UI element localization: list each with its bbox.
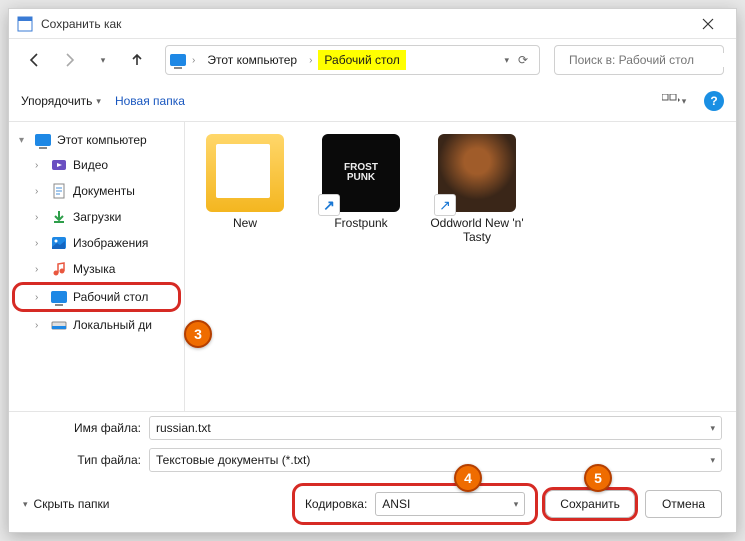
pc-icon [170,54,186,66]
hide-folders-toggle[interactable]: ▾ Скрыть папки [23,497,109,511]
chevron-right-icon: › [305,55,316,66]
chevron-down-icon[interactable]: ▾ [710,423,715,434]
step-badge-5: 5 [584,464,612,492]
chevron-down-icon[interactable]: ▾ [710,455,715,466]
refresh-icon[interactable]: ⟳ [511,53,535,67]
sidebar-item-pictures[interactable]: ›Изображения [9,230,184,256]
filename-input[interactable]: russian.txt ▾ [149,416,722,440]
sidebar-item-music[interactable]: ›Музыка [9,256,184,282]
app-thumb: ↗ [438,134,516,212]
shortcut-icon: ↗ [434,194,456,216]
bottom-panel: Имя файла: russian.txt ▾ Тип файла: Текс… [9,411,736,532]
file-item-folder[interactable]: New [193,134,297,230]
document-icon [51,183,67,199]
new-folder-button[interactable]: Новая папка [115,94,185,108]
pc-icon [35,134,51,146]
titlebar: Сохранить как [9,9,736,39]
back-button[interactable] [21,46,49,74]
download-icon [51,209,67,225]
window-title: Сохранить как [41,17,688,31]
file-label: Frostpunk [334,216,387,230]
chevron-down-icon[interactable]: ▾ [514,499,519,510]
music-icon [51,261,67,277]
disk-icon [51,317,67,333]
file-item-shortcut[interactable]: FROSTPUNK↗ Frostpunk [309,134,413,230]
forward-button[interactable] [55,46,83,74]
breadcrumb-seg-desktop[interactable]: Рабочий стол [318,50,405,70]
recent-dropdown[interactable]: ▾ [89,46,117,74]
image-icon [51,235,67,251]
filename-label: Имя файла: [23,421,141,435]
chevron-down-icon: ▾ [23,499,28,510]
chevron-down-icon[interactable]: ▾ [504,55,509,66]
sidebar-item-localdisk[interactable]: ›Локальный ди [9,312,184,338]
cancel-button[interactable]: Отмена [645,490,722,518]
filetype-label: Тип файла: [23,453,141,467]
sidebar-item-downloads[interactable]: ›Загрузки [9,204,184,230]
file-label: New [233,216,257,230]
view-options-button[interactable]: ▾ [658,87,690,115]
search-box[interactable] [554,45,724,75]
file-item-shortcut[interactable]: ↗ Oddworld New 'n' Tasty [425,134,529,245]
save-as-dialog: Сохранить как ▾ › Этот компьютер › Рабоч… [8,8,737,533]
app-thumb: FROSTPUNK↗ [322,134,400,212]
close-button[interactable] [688,10,728,38]
desktop-icon [51,291,67,303]
breadcrumb[interactable]: › Этот компьютер › Рабочий стол ▾ ⟳ [165,45,540,75]
chevron-down-icon: ▾ [19,135,29,146]
step-badge-3: 3 [184,320,212,348]
sidebar: ▾ Этот компьютер ›Видео ›Документы ›Загр… [9,122,185,411]
chevron-right-icon: › [188,55,199,66]
up-button[interactable] [123,46,151,74]
encoding-row: Кодировка: ANSI ▾ [295,486,535,522]
file-list: New FROSTPUNK↗ Frostpunk ↗ Oddworld New … [185,122,736,411]
sidebar-item-video[interactable]: ›Видео [9,152,184,178]
shortcut-icon: ↗ [318,194,340,216]
sidebar-item-documents[interactable]: ›Документы [9,178,184,204]
step-badge-4: 4 [454,464,482,492]
toolbar: Упорядочить ▾ Новая папка ▾ ? [9,81,736,121]
app-icon [17,16,33,32]
encoding-label: Кодировка: [305,497,367,511]
sidebar-item-desktop[interactable]: ›Рабочий стол [15,285,178,309]
save-button[interactable]: Сохранить [545,490,635,518]
encoding-select[interactable]: ANSI ▾ [375,492,525,516]
nav-row: ▾ › Этот компьютер › Рабочий стол ▾ ⟳ [9,39,736,81]
video-icon [51,157,67,173]
sidebar-label: Этот компьютер [57,133,147,147]
breadcrumb-seg-computer[interactable]: Этот компьютер [201,50,303,70]
search-input[interactable] [569,53,724,67]
organize-menu[interactable]: Упорядочить ▾ [21,94,101,108]
file-label: Oddworld New 'n' Tasty [427,216,527,245]
sidebar-item-computer[interactable]: ▾ Этот компьютер [9,128,184,152]
filetype-select[interactable]: Текстовые документы (*.txt) ▾ [149,448,722,472]
help-button[interactable]: ? [704,91,724,111]
folder-icon [206,134,284,212]
